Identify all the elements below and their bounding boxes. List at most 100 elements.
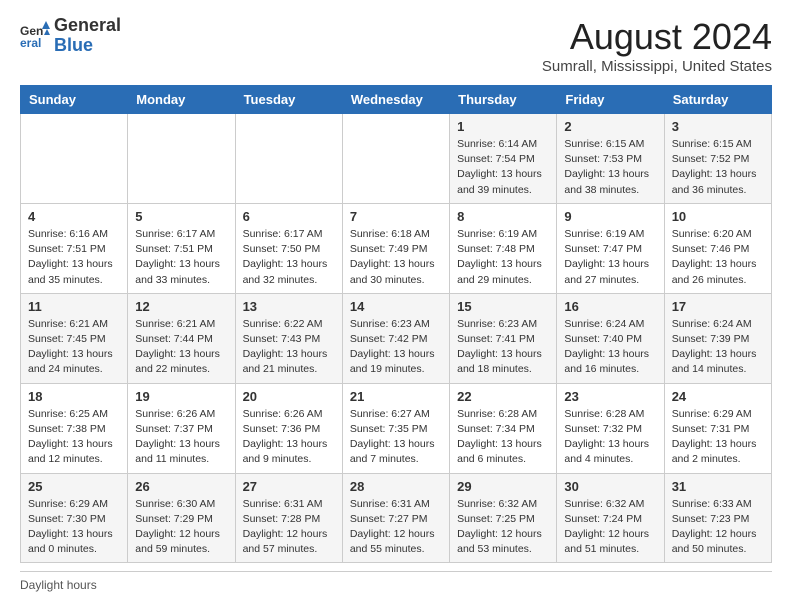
- calendar-week-row: 11 Sunrise: 6:21 AM Sunset: 7:45 PM Dayli…: [21, 293, 772, 383]
- calendar-cell: 26 Sunrise: 6:30 AM Sunset: 7:29 PM Dayli…: [128, 473, 235, 563]
- title-area: August 2024 Sumrall, Mississippi, United…: [542, 16, 772, 75]
- cell-info: Sunrise: 6:21 AM Sunset: 7:44 PM Dayligh…: [135, 317, 227, 378]
- cell-info: Sunrise: 6:29 AM Sunset: 7:30 PM Dayligh…: [28, 497, 120, 558]
- calendar-cell: 28Sunrise: 6:31 AM Sunset: 7:27 PM Dayli…: [342, 473, 449, 563]
- calendar-cell: 18 Sunrise: 6:25 AM Sunset: 7:38 PM Dayli…: [21, 383, 128, 473]
- calendar-cell: 15Sunrise: 6:23 AM Sunset: 7:41 PM Dayli…: [450, 293, 557, 383]
- main-title: August 2024: [542, 16, 772, 58]
- cell-info: Sunrise: 6:27 AM Sunset: 7:35 PM Dayligh…: [350, 407, 442, 468]
- calendar-cell: 20 Sunrise: 6:26 AM Sunset: 7:36 PM Dayli…: [235, 383, 342, 473]
- calendar-cell: 21 Sunrise: 6:27 AM Sunset: 7:35 PM Dayli…: [342, 383, 449, 473]
- calendar-cell: 4Sunrise: 6:16 AM Sunset: 7:51 PM Daylig…: [21, 203, 128, 293]
- calendar-week-row: 18 Sunrise: 6:25 AM Sunset: 7:38 PM Dayli…: [21, 383, 772, 473]
- cell-info: Sunrise: 6:31 AM Sunset: 7:27 PM Dayligh…: [350, 497, 442, 558]
- calendar-cell: 25 Sunrise: 6:29 AM Sunset: 7:30 PM Dayli…: [21, 473, 128, 563]
- calendar-cell: 7 Sunrise: 6:18 AM Sunset: 7:49 PM Daylig…: [342, 203, 449, 293]
- calendar-cell: 6Sunrise: 6:17 AM Sunset: 7:50 PM Daylig…: [235, 203, 342, 293]
- logo-icon: Gen eral: [20, 21, 50, 51]
- day-number: 17: [672, 299, 764, 314]
- day-number: 10: [672, 209, 764, 224]
- day-number: 11: [28, 299, 120, 314]
- cell-info: Sunrise: 6:28 AM Sunset: 7:34 PM Dayligh…: [457, 407, 549, 468]
- day-of-week-header: Sunday: [21, 86, 128, 114]
- day-number: 15: [457, 299, 549, 314]
- cell-info: Sunrise: 6:19 AM Sunset: 7:48 PM Dayligh…: [457, 227, 549, 288]
- cell-info: Sunrise: 6:30 AM Sunset: 7:29 PM Dayligh…: [135, 497, 227, 558]
- day-number: 7: [350, 209, 442, 224]
- calendar-cell: 11 Sunrise: 6:21 AM Sunset: 7:45 PM Dayli…: [21, 293, 128, 383]
- day-number: 9: [564, 209, 656, 224]
- day-number: 8: [457, 209, 549, 224]
- day-number: 31: [672, 479, 764, 494]
- cell-info: Sunrise: 6:24 AM Sunset: 7:39 PM Dayligh…: [672, 317, 764, 378]
- cell-info: Sunrise: 6:33 AM Sunset: 7:23 PM Dayligh…: [672, 497, 764, 558]
- calendar-cell: 9 Sunrise: 6:19 AM Sunset: 7:47 PM Daylig…: [557, 203, 664, 293]
- logo: Gen eral General Blue: [20, 16, 121, 56]
- calendar-week-row: 4Sunrise: 6:16 AM Sunset: 7:51 PM Daylig…: [21, 203, 772, 293]
- calendar-cell: 29Sunrise: 6:32 AM Sunset: 7:25 PM Dayli…: [450, 473, 557, 563]
- cell-info: Sunrise: 6:26 AM Sunset: 7:36 PM Dayligh…: [243, 407, 335, 468]
- calendar-cell: 8 Sunrise: 6:19 AM Sunset: 7:48 PM Daylig…: [450, 203, 557, 293]
- day-number: 25: [28, 479, 120, 494]
- calendar-cell: 14 Sunrise: 6:23 AM Sunset: 7:42 PM Dayli…: [342, 293, 449, 383]
- day-of-week-header: Thursday: [450, 86, 557, 114]
- cell-info: Sunrise: 6:22 AM Sunset: 7:43 PM Dayligh…: [243, 317, 335, 378]
- day-number: 21: [350, 389, 442, 404]
- cell-info: Sunrise: 6:19 AM Sunset: 7:47 PM Dayligh…: [564, 227, 656, 288]
- day-number: 19: [135, 389, 227, 404]
- day-of-week-header: Tuesday: [235, 86, 342, 114]
- day-of-week-header: Monday: [128, 86, 235, 114]
- calendar-cell: 5 Sunrise: 6:17 AM Sunset: 7:51 PM Daylig…: [128, 203, 235, 293]
- calendar-week-row: 25 Sunrise: 6:29 AM Sunset: 7:30 PM Dayli…: [21, 473, 772, 563]
- calendar-cell: 13 Sunrise: 6:22 AM Sunset: 7:43 PM Dayli…: [235, 293, 342, 383]
- cell-info: Sunrise: 6:23 AM Sunset: 7:42 PM Dayligh…: [350, 317, 442, 378]
- calendar-cell: 10Sunrise: 6:20 AM Sunset: 7:46 PM Dayli…: [664, 203, 771, 293]
- page-header: Gen eral General Blue August 2024 Sumral…: [20, 16, 772, 75]
- cell-info: Sunrise: 6:14 AM Sunset: 7:54 PM Dayligh…: [457, 137, 549, 198]
- day-of-week-header: Saturday: [664, 86, 771, 114]
- day-number: 12: [135, 299, 227, 314]
- day-number: 18: [28, 389, 120, 404]
- cell-info: Sunrise: 6:31 AM Sunset: 7:28 PM Dayligh…: [243, 497, 335, 558]
- day-number: 27: [243, 479, 335, 494]
- calendar-cell: 16Sunrise: 6:24 AM Sunset: 7:40 PM Dayli…: [557, 293, 664, 383]
- cell-info: Sunrise: 6:16 AM Sunset: 7:51 PM Dayligh…: [28, 227, 120, 288]
- cell-info: Sunrise: 6:15 AM Sunset: 7:53 PM Dayligh…: [564, 137, 656, 198]
- calendar-cell: 12 Sunrise: 6:21 AM Sunset: 7:44 PM Dayli…: [128, 293, 235, 383]
- day-number: 14: [350, 299, 442, 314]
- svg-text:eral: eral: [20, 36, 41, 50]
- calendar-cell: 17 Sunrise: 6:24 AM Sunset: 7:39 PM Dayli…: [664, 293, 771, 383]
- cell-info: Sunrise: 6:32 AM Sunset: 7:25 PM Dayligh…: [457, 497, 549, 558]
- calendar-cell: 2 Sunrise: 6:15 AM Sunset: 7:53 PM Daylig…: [557, 114, 664, 204]
- daylight-label: Daylight hours: [20, 578, 97, 592]
- day-number: 1: [457, 119, 549, 134]
- day-number: 20: [243, 389, 335, 404]
- calendar-cell: 1 Sunrise: 6:14 AM Sunset: 7:54 PM Daylig…: [450, 114, 557, 204]
- cell-info: Sunrise: 6:15 AM Sunset: 7:52 PM Dayligh…: [672, 137, 764, 198]
- day-number: 6: [243, 209, 335, 224]
- logo-general-text: General: [54, 15, 121, 35]
- cell-info: Sunrise: 6:26 AM Sunset: 7:37 PM Dayligh…: [135, 407, 227, 468]
- calendar-cell: 31 Sunrise: 6:33 AM Sunset: 7:23 PM Dayli…: [664, 473, 771, 563]
- calendar-cell: 22 Sunrise: 6:28 AM Sunset: 7:34 PM Dayli…: [450, 383, 557, 473]
- day-of-week-header: Wednesday: [342, 86, 449, 114]
- day-number: 2: [564, 119, 656, 134]
- day-number: 13: [243, 299, 335, 314]
- day-number: 5: [135, 209, 227, 224]
- cell-info: Sunrise: 6:18 AM Sunset: 7:49 PM Dayligh…: [350, 227, 442, 288]
- day-number: 22: [457, 389, 549, 404]
- day-of-week-header: Friday: [557, 86, 664, 114]
- calendar-week-row: 1 Sunrise: 6:14 AM Sunset: 7:54 PM Daylig…: [21, 114, 772, 204]
- cell-info: Sunrise: 6:25 AM Sunset: 7:38 PM Dayligh…: [28, 407, 120, 468]
- cell-info: Sunrise: 6:17 AM Sunset: 7:51 PM Dayligh…: [135, 227, 227, 288]
- calendar-header-row: SundayMondayTuesdayWednesdayThursdayFrid…: [21, 86, 772, 114]
- footer: Daylight hours: [20, 571, 772, 592]
- logo-blue-text: Blue: [54, 35, 93, 55]
- day-number: 26: [135, 479, 227, 494]
- calendar-cell: 24Sunrise: 6:29 AM Sunset: 7:31 PM Dayli…: [664, 383, 771, 473]
- calendar-cell: [235, 114, 342, 204]
- calendar-cell: [128, 114, 235, 204]
- cell-info: Sunrise: 6:28 AM Sunset: 7:32 PM Dayligh…: [564, 407, 656, 468]
- cell-info: Sunrise: 6:21 AM Sunset: 7:45 PM Dayligh…: [28, 317, 120, 378]
- cell-info: Sunrise: 6:24 AM Sunset: 7:40 PM Dayligh…: [564, 317, 656, 378]
